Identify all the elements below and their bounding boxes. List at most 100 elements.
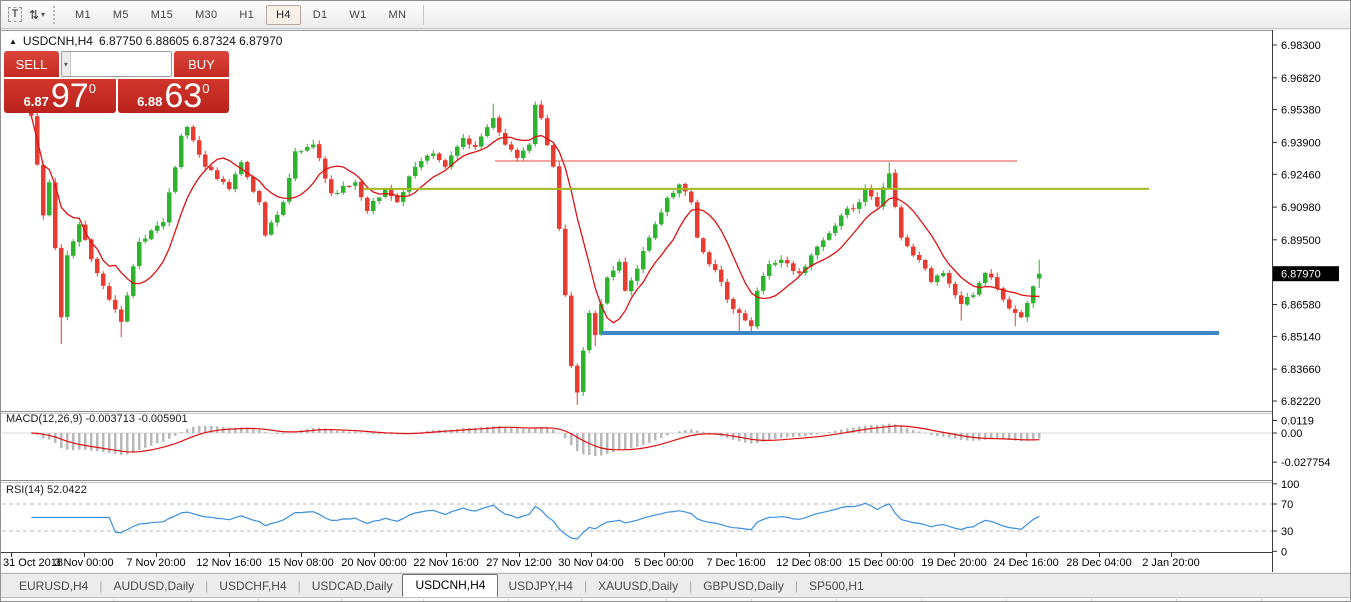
mt4-window: T ⇅ ▾ M1M5M15M30H1H4D1W1MN ▲ USDCNH,H4 6… — [0, 0, 1351, 602]
symbol-tab-USDJPY[interactable]: USDJPY,H4 — [498, 576, 582, 597]
time-axis-label: 3 Nov 00:00 — [54, 557, 113, 569]
buy-price-tile[interactable]: 6.88 63 0 — [118, 79, 230, 113]
macd-axis-label: -0.027754 — [1281, 457, 1331, 469]
symbol-tab-XAUUSD[interactable]: XAUUSD,Daily — [588, 576, 688, 597]
timeframe-button-MN[interactable]: MN — [379, 5, 417, 25]
time-axis-label: 22 Nov 16:00 — [413, 557, 478, 569]
symbol-tab-GBPUSD[interactable]: GBPUSD,Daily — [693, 576, 794, 597]
rsi-label: RSI(14) 52.0422 — [6, 484, 87, 496]
candle — [623, 257, 628, 292]
symbol-tab-SP500[interactable]: SP500,H1 — [799, 576, 874, 597]
candle — [137, 237, 142, 269]
price-axis-label: 6.83660 — [1281, 364, 1321, 376]
trade-controls-row: SELL ▼ ▲ BUY — [4, 51, 229, 77]
current-price-tag: 6.87970 — [1273, 266, 1339, 281]
candle — [131, 264, 136, 298]
one-click-panel-toggle-icon[interactable]: ▲ — [9, 37, 17, 46]
candle — [71, 239, 76, 258]
symbol-tab-EURUSD[interactable]: EURUSD,H4 — [9, 576, 98, 597]
symbol-tab-USDCHF[interactable]: USDCHF,H4 — [209, 576, 296, 597]
macd-label: MACD(12,26,9) -0.003713 -0.005901 — [6, 413, 188, 425]
symbol-tab-USDCAD[interactable]: USDCAD,Daily — [302, 576, 403, 597]
price-axis-label: 6.93900 — [1281, 137, 1321, 149]
candle — [191, 125, 196, 142]
candle — [173, 166, 178, 194]
time-axis-label: 19 Dec 20:00 — [921, 557, 986, 569]
sort-arrows-icon: ⇅ — [29, 8, 39, 22]
time-axis-label: 20 Nov 00:00 — [341, 557, 406, 569]
price-axis-label: 6.89500 — [1281, 235, 1321, 247]
candle — [65, 251, 70, 321]
timeframe-button-M15[interactable]: M15 — [141, 5, 183, 25]
candle — [977, 281, 982, 297]
timeframe-button-M5[interactable]: M5 — [103, 5, 139, 25]
chevron-down-icon: ▾ — [41, 10, 45, 19]
price-axis-label: 6.82220 — [1281, 396, 1321, 408]
buy-price-pipette: 0 — [202, 81, 209, 96]
candle — [41, 163, 46, 220]
time-axis-label: 7 Nov 20:00 — [126, 557, 185, 569]
candle — [179, 134, 184, 169]
timeframe-button-W1[interactable]: W1 — [339, 5, 376, 25]
time-axis-label: 30 Nov 04:00 — [558, 557, 623, 569]
symbol-tab-bar: EURUSD,H4|AUDUSD,Daily|USDCHF,H4|USDCAD,… — [1, 573, 1350, 597]
text-tool-button[interactable]: T — [4, 4, 26, 26]
svg-text:6.87970: 6.87970 — [1281, 269, 1321, 281]
sell-price-tile[interactable]: 6.87 97 0 — [4, 79, 116, 113]
timeframe-button-M1[interactable]: M1 — [65, 5, 101, 25]
symbol-tab-AUDUSD[interactable]: AUDUSD,Daily — [103, 576, 204, 597]
candle — [725, 279, 730, 303]
toolbar-separator — [423, 5, 424, 25]
price-axis-label: 6.90980 — [1281, 202, 1321, 214]
time-axis-label: 12 Nov 16:00 — [196, 557, 261, 569]
candle — [569, 292, 574, 368]
volume-input[interactable] — [71, 52, 172, 76]
toolbar-grip — [53, 6, 57, 24]
timeframe-button-group: M1M5M15M30H1H4D1W1MN — [64, 5, 417, 25]
buy-button[interactable]: BUY — [174, 51, 229, 77]
rsi-axis-label: 70 — [1281, 499, 1293, 511]
macd-axis-label: 0.00 — [1281, 428, 1302, 440]
time-axis-label: 5 Dec 00:00 — [634, 557, 693, 569]
candle — [245, 161, 250, 180]
rsi-axis-label: 100 — [1281, 479, 1299, 491]
caret-down-icon: ▼ — [63, 60, 69, 67]
timeframe-button-M30[interactable]: M30 — [185, 5, 227, 25]
candle — [647, 235, 652, 253]
sell-price-pipette: 0 — [89, 81, 96, 96]
price-axis-label: 6.95380 — [1281, 105, 1321, 117]
candle — [263, 201, 268, 237]
rsi-axis-label: 30 — [1281, 526, 1293, 538]
symbol-tab-USDCNH[interactable]: USDCNH,H4 — [402, 574, 498, 597]
candle — [551, 144, 556, 168]
time-axis-label: 15 Nov 08:00 — [268, 557, 333, 569]
price-axis-label: 6.85140 — [1281, 331, 1321, 343]
volume-decrease-button[interactable]: ▼ — [62, 52, 71, 76]
time-axis-label: 7 Dec 16:00 — [706, 557, 765, 569]
candle — [533, 102, 538, 147]
volume-stepper: ▼ ▲ — [61, 51, 172, 77]
one-click-trading-panel: SELL ▼ ▲ BUY 6.87 97 0 6.88 63 0 — [4, 51, 229, 113]
timeframe-button-H1[interactable]: H1 — [229, 5, 264, 25]
chart-symbol-title: USDCNH,H4 — [23, 34, 93, 48]
timeframe-button-D1[interactable]: D1 — [303, 5, 338, 25]
candle — [899, 205, 904, 241]
candle — [557, 162, 562, 232]
time-axis-label: 2 Jan 20:00 — [1142, 557, 1200, 569]
candle — [563, 224, 568, 297]
timeframe-button-H4[interactable]: H4 — [266, 5, 301, 25]
price-axis-label: 6.96820 — [1281, 73, 1321, 85]
arrange-tool-button[interactable]: ⇅ ▾ — [26, 4, 48, 26]
buy-price-big: 63 — [164, 81, 202, 111]
sell-button[interactable]: SELL — [4, 51, 59, 77]
buy-price-prefix: 6.88 — [137, 94, 162, 109]
sell-price-prefix: 6.87 — [24, 94, 49, 109]
candle — [233, 172, 238, 193]
chart-ohlc-values: 6.87750 6.88605 6.87324 6.87970 — [99, 34, 283, 48]
trade-prices-row: 6.87 97 0 6.88 63 0 — [4, 79, 229, 113]
candle — [149, 229, 154, 240]
time-axis-label: 24 Dec 16:00 — [993, 557, 1058, 569]
candle — [167, 188, 172, 226]
candle — [755, 288, 760, 330]
chart-header: ▲ USDCNH,H4 6.87750 6.88605 6.87324 6.87… — [9, 34, 282, 48]
